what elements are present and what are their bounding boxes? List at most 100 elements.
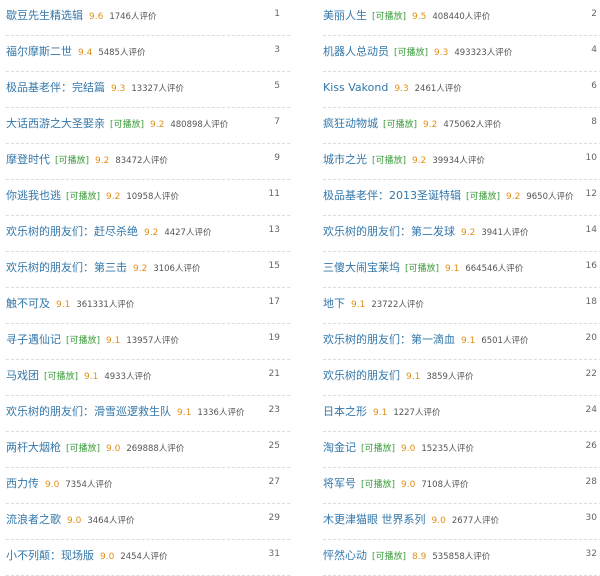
movie-title-link[interactable]: 三傻大闹宝莱坞 (323, 261, 400, 274)
movie-info: 歇豆先生精选辑 9.6 1746人评价 (6, 7, 156, 24)
movie-title-link[interactable]: 歇豆先生精选辑 (6, 9, 83, 22)
review-count: 15235人评价 (421, 444, 474, 454)
movie-list-item[interactable]: Kiss Vakond 9.3 2461人评价 6 (323, 72, 600, 108)
review-count: 408440人评价 (432, 12, 491, 22)
movie-list-item[interactable]: 日本之形 9.1 1227人评价 24 (323, 396, 600, 432)
movie-list-item[interactable]: 摩登时代 [可播放] 9.2 83472人评价 9 (6, 144, 290, 180)
movie-title-link[interactable]: 欢乐树的朋友们 (323, 369, 400, 382)
movie-title-link[interactable]: 寻子遇仙记 (6, 333, 61, 346)
ranking-column-right: 美丽人生 [可播放] 9.5 408440人评价 2 机器人总动员 [可播放] 9.3 4933… (323, 0, 600, 576)
movie-list-item[interactable]: 地下 9.1 23722人评价 18 (323, 288, 600, 324)
movie-title-link[interactable]: 福尔摩斯二世 (6, 45, 72, 58)
movie-list-item[interactable]: 马戏团 [可播放] 9.1 4933人评价 21 (6, 360, 290, 396)
movie-list-item[interactable]: 流浪者之歌 9.0 3464人评价 29 (6, 504, 290, 540)
movie-list-item[interactable]: 欢乐树的朋友们：第二发球 9.2 3941人评价 14 (323, 216, 600, 252)
movie-title-link[interactable]: 疯狂动物城 (323, 117, 378, 130)
movie-list-item[interactable]: 木更津猫眼 世界系列 9.0 2677人评价 30 (323, 504, 600, 540)
movie-info: 木更津猫眼 世界系列 9.0 2677人评价 (323, 511, 499, 528)
movie-list-item[interactable]: 美丽人生 [可播放] 9.5 408440人评价 2 (323, 0, 600, 36)
review-count: 1746人评价 (109, 12, 157, 22)
movie-list-item[interactable]: 城市之光 [可播放] 9.2 39934人评价 10 (323, 144, 600, 180)
review-count: 475062人评价 (443, 120, 502, 130)
movie-list-item[interactable]: 福尔摩斯二世 9.4 5485人评价 3 (6, 36, 290, 72)
rating-score: 9.2 (144, 228, 159, 238)
movie-list-item[interactable]: 寻子遇仙记 [可播放] 9.1 13957人评价 19 (6, 324, 290, 360)
movie-title-link[interactable]: 欢乐树的朋友们：赶尽杀绝 (6, 225, 138, 238)
movie-title-link[interactable]: 日本之形 (323, 405, 367, 418)
movie-list-item[interactable]: 欢乐树的朋友们：赶尽杀绝 9.2 4427人评价 13 (6, 216, 290, 252)
movie-list-item[interactable]: 将军号 [可播放] 9.0 7108人评价 28 (323, 468, 600, 504)
rank-number: 4 (591, 45, 597, 55)
review-count: 3941人评价 (481, 228, 529, 238)
movie-list-item[interactable]: 欢乐树的朋友们 9.1 3859人评价 22 (323, 360, 600, 396)
movie-list-item[interactable]: 西力传 9.0 7354人评价 27 (6, 468, 290, 504)
movie-list-item[interactable]: 淘金记 [可播放] 9.0 15235人评价 26 (323, 432, 600, 468)
movie-title-link[interactable]: 淘金记 (323, 441, 356, 454)
rating-score: 9.1 (84, 372, 99, 382)
movie-info: 西力传 9.0 7354人评价 (6, 475, 112, 492)
rank-number: 22 (585, 369, 597, 379)
movie-title-link[interactable]: Kiss Vakond (323, 81, 388, 94)
movie-list-item[interactable]: 两杆大烟枪 [可播放] 9.0 269888人评价 25 (6, 432, 290, 468)
movie-info: 三傻大闹宝莱坞 [可播放] 9.1 664546人评价 (323, 259, 523, 276)
rank-number: 1 (274, 9, 280, 19)
movie-title-link[interactable]: 城市之光 (323, 153, 367, 166)
movie-title-link[interactable]: 大话西游之大圣娶亲 (6, 117, 105, 130)
movie-title-link[interactable]: 西力传 (6, 477, 39, 490)
movie-list-item[interactable]: 欢乐树的朋友们：第三击 9.2 3106人评价 15 (6, 252, 290, 288)
movie-list-item[interactable]: 极品基老伴：2013圣诞特辑 [可播放] 9.2 9650人评价 12 (323, 180, 600, 216)
movie-list-item[interactable]: 机器人总动员 [可播放] 9.3 493323人评价 4 (323, 36, 600, 72)
movie-title-link[interactable]: 马戏团 (6, 369, 39, 382)
rating-score: 9.6 (89, 12, 104, 22)
movie-title-link[interactable]: 欢乐树的朋友们：滑雪巡逻救生队 (6, 405, 171, 418)
movie-list-item[interactable]: 欢乐树的朋友们：滑雪巡逻救生队 9.1 1336人评价 23 (6, 396, 290, 432)
movie-info: 淘金记 [可播放] 9.0 15235人评价 (323, 439, 474, 456)
movie-title-link[interactable]: 你逃我也逃 (6, 189, 61, 202)
movie-title-link[interactable]: 美丽人生 (323, 9, 367, 22)
movie-info: 欢乐树的朋友们：第一滴血 9.1 6501人评价 (323, 331, 528, 348)
rating-score: 9.3 (111, 84, 126, 94)
movie-list-item[interactable]: 你逃我也逃 [可播放] 9.2 10958人评价 11 (6, 180, 290, 216)
movie-title-link[interactable]: 流浪者之歌 (6, 513, 61, 526)
rating-score: 9.5 (412, 12, 427, 22)
movie-info: 地下 9.1 23722人评价 (323, 295, 424, 312)
movie-title-link[interactable]: 地下 (323, 297, 345, 310)
playable-tag: [可播放] (44, 372, 79, 382)
review-count: 664546人评价 (465, 264, 524, 274)
movie-list-item[interactable]: 歇豆先生精选辑 9.6 1746人评价 1 (6, 0, 290, 36)
movie-info: 极品基老伴：完结篇 9.3 13327人评价 (6, 79, 184, 96)
rating-score: 9.1 (461, 336, 476, 346)
rating-score: 9.1 (406, 372, 421, 382)
movie-title-link[interactable]: 怦然心动 (323, 549, 367, 562)
movie-info: 福尔摩斯二世 9.4 5485人评价 (6, 43, 145, 60)
playable-tag: [可播放] (372, 552, 407, 562)
movie-title-link[interactable]: 极品基老伴：2013圣诞特辑 (323, 189, 461, 202)
movie-title-link[interactable]: 摩登时代 (6, 153, 50, 166)
review-count: 7108人评价 (421, 480, 469, 490)
movie-list-item[interactable]: 小不列颠：现场版 9.0 2454人评价 31 (6, 540, 290, 576)
movie-list-item[interactable]: 触不可及 9.1 361331人评价 17 (6, 288, 290, 324)
movie-title-link[interactable]: 将军号 (323, 477, 356, 490)
movie-title-link[interactable]: 欢乐树的朋友们：第二发球 (323, 225, 455, 238)
ranking-column-left: 歇豆先生精选辑 9.6 1746人评价 1 福尔摩斯二世 9.4 5485人评价 3 极品基老伴… (6, 0, 290, 576)
movie-list-item[interactable]: 大话西游之大圣娶亲 [可播放] 9.2 480898人评价 7 (6, 108, 290, 144)
movie-list-item[interactable]: 怦然心动 [可播放] 8.9 535858人评价 32 (323, 540, 600, 576)
movie-list-item[interactable]: 极品基老伴：完结篇 9.3 13327人评价 5 (6, 72, 290, 108)
movie-title-link[interactable]: 欢乐树的朋友们：第三击 (6, 261, 127, 274)
movie-title-link[interactable]: 木更津猫眼 世界系列 (323, 513, 426, 526)
movie-title-link[interactable]: 触不可及 (6, 297, 50, 310)
movie-info: Kiss Vakond 9.3 2461人评价 (323, 79, 462, 96)
rating-score: 9.3 (434, 48, 449, 58)
rank-number: 9 (274, 153, 280, 163)
movie-title-link[interactable]: 机器人总动员 (323, 45, 389, 58)
movie-list-item[interactable]: 三傻大闹宝莱坞 [可播放] 9.1 664546人评价 16 (323, 252, 600, 288)
movie-list-item[interactable]: 疯狂动物城 [可播放] 9.2 475062人评价 8 (323, 108, 600, 144)
rating-score: 9.2 (423, 120, 438, 130)
movie-title-link[interactable]: 欢乐树的朋友们：第一滴血 (323, 333, 455, 346)
movie-title-link[interactable]: 小不列颠：现场版 (6, 549, 94, 562)
review-count: 13957人评价 (126, 336, 179, 346)
movie-title-link[interactable]: 极品基老伴：完结篇 (6, 81, 105, 94)
movie-title-link[interactable]: 两杆大烟枪 (6, 441, 61, 454)
movie-list-item[interactable]: 欢乐树的朋友们：第一滴血 9.1 6501人评价 20 (323, 324, 600, 360)
review-count: 3464人评价 (87, 516, 135, 526)
